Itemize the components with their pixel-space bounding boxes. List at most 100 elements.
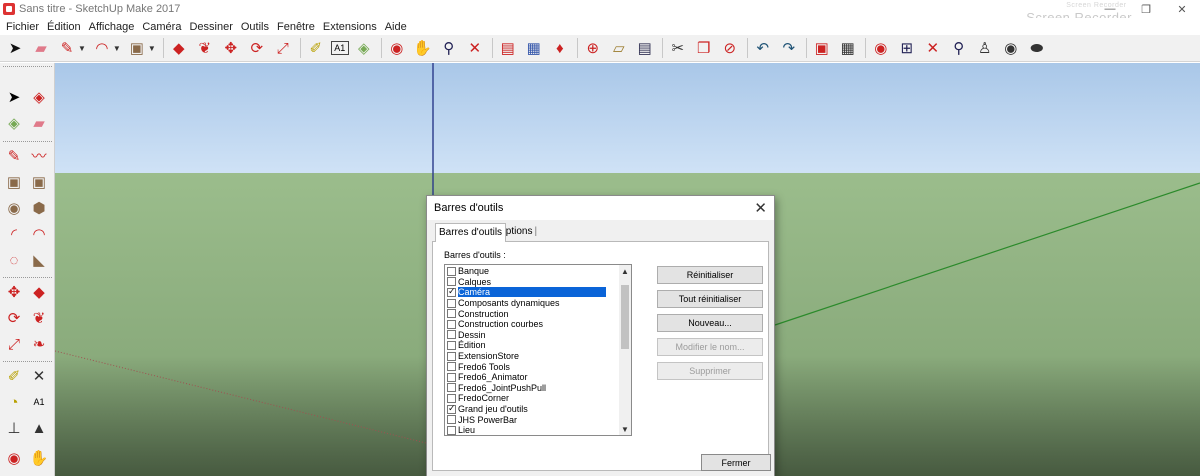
menu-dessiner[interactable]: Dessiner <box>185 21 236 33</box>
list-item-checkbox[interactable] <box>447 415 456 425</box>
list-item[interactable]: Édition <box>445 340 620 351</box>
orbit-icon[interactable]: ◉ <box>3 447 25 469</box>
list-item-checkbox[interactable] <box>447 403 456 414</box>
redo-icon[interactable]: ↷ <box>778 37 800 59</box>
scroll-down-icon[interactable]: ▼ <box>620 424 630 434</box>
scroll-thumb[interactable] <box>621 285 629 349</box>
text-icon[interactable]: A1 <box>28 391 50 413</box>
list-item-checkbox[interactable] <box>447 351 456 361</box>
list-item-checkbox[interactable] <box>447 425 456 435</box>
list-item[interactable]: JHS PowerBar <box>445 414 620 425</box>
delete-button[interactable]: Supprimer <box>657 362 763 380</box>
paint-bucket-icon[interactable]: ◈ <box>353 37 375 59</box>
undo-icon[interactable]: ↶ <box>752 37 774 59</box>
pencil-icon[interactable]: ✎ <box>3 145 25 167</box>
rotate-icon[interactable]: ⟳ <box>246 37 268 59</box>
reset-all-button[interactable]: Tout réinitialiser <box>657 290 763 308</box>
list-item[interactable]: Calques <box>445 277 620 288</box>
menu-aide[interactable]: Aide <box>381 21 411 33</box>
pan-icon[interactable]: ✋ <box>28 447 50 469</box>
select-icon[interactable]: ➤ <box>3 86 25 108</box>
list-item-checkbox[interactable] <box>447 383 456 393</box>
offset-icon[interactable]: ❧ <box>28 333 50 355</box>
protractor-icon[interactable]: ◔ <box>3 391 25 413</box>
list-item[interactable]: Dessin <box>445 330 620 341</box>
model-info-icon[interactable]: ▦ <box>837 37 859 59</box>
dialog-close-icon[interactable]: ✕ <box>754 199 767 217</box>
rectangle-icon[interactable]: ▣ <box>126 37 148 59</box>
minimize-button[interactable]: — <box>1092 0 1128 18</box>
zoom-window-icon[interactable]: ⊞ <box>896 37 918 59</box>
follow-me-icon[interactable]: ❦ <box>28 307 50 329</box>
list-item-checkbox[interactable] <box>447 340 456 350</box>
polygon-icon[interactable]: ⬢ <box>28 197 50 219</box>
list-item[interactable]: FredoCorner <box>445 393 620 404</box>
zoom-extents-icon-2[interactable]: ✕ <box>922 37 944 59</box>
menu-edition[interactable]: Édition <box>43 21 85 33</box>
copy-icon[interactable]: ❐ <box>693 37 715 59</box>
chevron-down-icon[interactable]: ▼ <box>148 44 156 53</box>
list-item-checkbox[interactable] <box>447 319 456 329</box>
dimension-icon[interactable]: ✕ <box>28 365 50 387</box>
look-around-icon[interactable]: ◉ <box>1000 37 1022 59</box>
menu-outils[interactable]: Outils <box>237 21 273 33</box>
walk-icon[interactable]: ⬬ <box>1026 37 1048 59</box>
position-camera-icon[interactable]: ♙ <box>974 37 996 59</box>
make-component-icon[interactable]: ◈ <box>28 86 50 108</box>
paint-bucket-icon[interactable]: ◈ <box>3 112 25 134</box>
list-item[interactable]: Fredo6_JointPushPull <box>445 383 620 394</box>
eraser-icon[interactable]: ▰ <box>28 112 50 134</box>
open-icon[interactable]: ▱ <box>608 37 630 59</box>
chevron-down-icon[interactable]: ▼ <box>78 44 86 53</box>
list-item[interactable]: Construction courbes <box>445 319 620 330</box>
pie-icon[interactable]: ◣ <box>28 249 50 271</box>
scale-icon[interactable]: ⤢ <box>3 333 25 355</box>
list-item[interactable]: Grand jeu d'outils <box>445 403 620 415</box>
list-scrollbar[interactable]: ▲ ▼ <box>619 265 631 435</box>
list-item-checkbox[interactable] <box>447 298 456 308</box>
arc-icon[interactable]: ◠ <box>91 37 113 59</box>
two-point-arc-icon[interactable]: ◠ <box>28 223 50 245</box>
print-icon[interactable]: ▣ <box>811 37 833 59</box>
eraser-icon[interactable]: ▰ <box>30 37 52 59</box>
list-item[interactable]: Banque <box>445 266 620 277</box>
list-item[interactable]: Construction <box>445 308 620 319</box>
list-item[interactable]: Lieu <box>445 425 620 435</box>
list-item[interactable]: ExtensionStore <box>445 351 620 362</box>
tape-measure-icon[interactable]: ✐ <box>305 37 327 59</box>
rename-button[interactable]: Modifier le nom... <box>657 338 763 356</box>
save-icon[interactable]: ▤ <box>634 37 656 59</box>
list-item[interactable]: Caméra <box>445 286 620 298</box>
add-component-icon[interactable]: ⊕ <box>582 37 604 59</box>
close-button[interactable]: ✕ <box>1164 0 1200 18</box>
menu-fenetre[interactable]: Fenêtre <box>273 21 319 33</box>
axes-icon[interactable]: ⊥ <box>3 417 25 439</box>
rotate-icon[interactable]: ⟳ <box>3 307 25 329</box>
rectangle-icon[interactable]: ▣ <box>3 171 25 193</box>
list-item[interactable]: Composants dynamiques <box>445 298 620 309</box>
zoom-extents-icon[interactable]: ✕ <box>464 37 486 59</box>
warehouse-icon[interactable]: ▤ <box>497 37 519 59</box>
list-item[interactable]: Fredo6_Animator <box>445 372 620 383</box>
menu-camera[interactable]: Caméra <box>138 21 185 33</box>
reset-button[interactable]: Réinitialiser <box>657 266 763 284</box>
zoom-icon[interactable]: ⚲ <box>438 37 460 59</box>
restore-button[interactable]: ❐ <box>1128 0 1164 18</box>
list-item-checkbox[interactable] <box>447 309 456 319</box>
select-icon[interactable]: ➤ <box>4 37 26 59</box>
toolbars-listbox[interactable]: BanqueCalquesCaméraComposants dynamiques… <box>444 264 632 436</box>
list-item[interactable]: Fredo6 Tools <box>445 361 620 372</box>
new-button[interactable]: Nouveau... <box>657 314 763 332</box>
rotated-rectangle-icon[interactable]: ▣ <box>28 171 50 193</box>
text-icon[interactable]: A1 <box>330 41 349 55</box>
menu-extensions[interactable]: Extensions <box>319 21 381 33</box>
tab-toolbars[interactable]: Barres d'outils <box>435 223 507 242</box>
previous-view-icon[interactable]: ⚲ <box>948 37 970 59</box>
orbit-icon[interactable]: ◉ <box>386 37 408 59</box>
push-pull-icon[interactable]: ◆ <box>168 37 190 59</box>
menu-affichage[interactable]: Affichage <box>85 21 139 33</box>
circle-icon[interactable]: ◉ <box>3 197 25 219</box>
push-pull-icon[interactable]: ◆ <box>28 281 50 303</box>
follow-me-icon[interactable]: ❦ <box>194 37 216 59</box>
arc-icon[interactable]: ◜ <box>3 223 25 245</box>
